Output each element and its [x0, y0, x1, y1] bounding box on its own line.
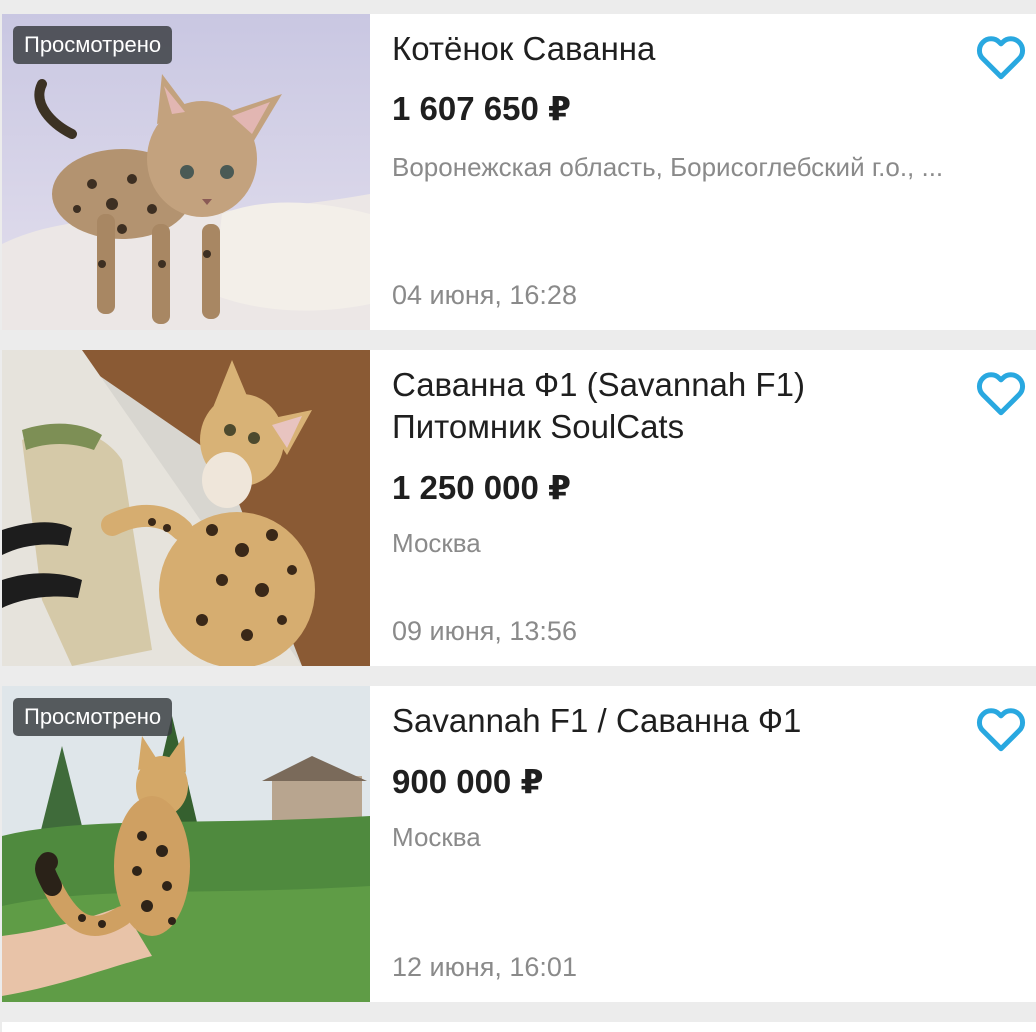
listing-photo[interactable]: Просмотрено [2, 686, 370, 1002]
heart-outline-icon [976, 708, 1026, 752]
listing-info: Котёнок Саванна 1 607 650 ₽ Воронежская … [392, 14, 1036, 330]
listing-info: Savannah F1 / Саванна Ф1 900 000 ₽ Москв… [392, 686, 1036, 1002]
listing-location: Москва [392, 528, 481, 558]
heart-outline-icon [976, 36, 1026, 80]
listing-photo[interactable] [2, 350, 370, 666]
listing-price: 900 000 ₽ [392, 763, 544, 800]
viewed-badge: Просмотрено [13, 26, 173, 64]
listing-date: 04 июня, 16:28 [392, 280, 577, 310]
listing-title[interactable]: Котёнок Саванна [392, 28, 952, 70]
listing-card[interactable]: Саванна Ф1 (Savannah F1) Питомник SoulCa… [2, 350, 1036, 666]
listing-price: 1 250 000 ₽ [392, 469, 571, 506]
listing-card[interactable]: Просмотрено Savannah F1 / Саванна Ф1 900… [2, 686, 1036, 1002]
listing-feed: Просмотрено Котёнок Саванна 1 607 650 ₽ … [0, 0, 1036, 1032]
favorite-button[interactable] [974, 704, 1028, 754]
listing-photo[interactable]: Просмотрено [2, 14, 370, 330]
listing-date: 09 июня, 13:56 [392, 616, 577, 646]
heart-outline-icon [976, 372, 1026, 416]
listing-card[interactable]: Просмотрено Котёнок Саванна 1 607 650 ₽ … [2, 14, 1036, 330]
listing-title[interactable]: Savannah F1 / Саванна Ф1 [392, 700, 952, 742]
listing-info: Саванна Ф1 (Savannah F1) Питомник SoulCa… [392, 350, 1036, 666]
listing-price: 1 607 650 ₽ [392, 90, 571, 127]
listing-title[interactable]: Саванна Ф1 (Savannah F1) Питомник SoulCa… [392, 364, 952, 448]
listing-location: Воронежская область, Борисоглебский г.о.… [392, 152, 944, 182]
next-listing-card-edge[interactable] [2, 1022, 1036, 1032]
favorite-button[interactable] [974, 32, 1028, 82]
listing-location: Москва [392, 822, 481, 852]
listing-date: 12 июня, 16:01 [392, 952, 577, 982]
favorite-button[interactable] [974, 368, 1028, 418]
savannah-cat-photo-image [2, 350, 370, 666]
viewed-badge: Просмотрено [13, 698, 173, 736]
